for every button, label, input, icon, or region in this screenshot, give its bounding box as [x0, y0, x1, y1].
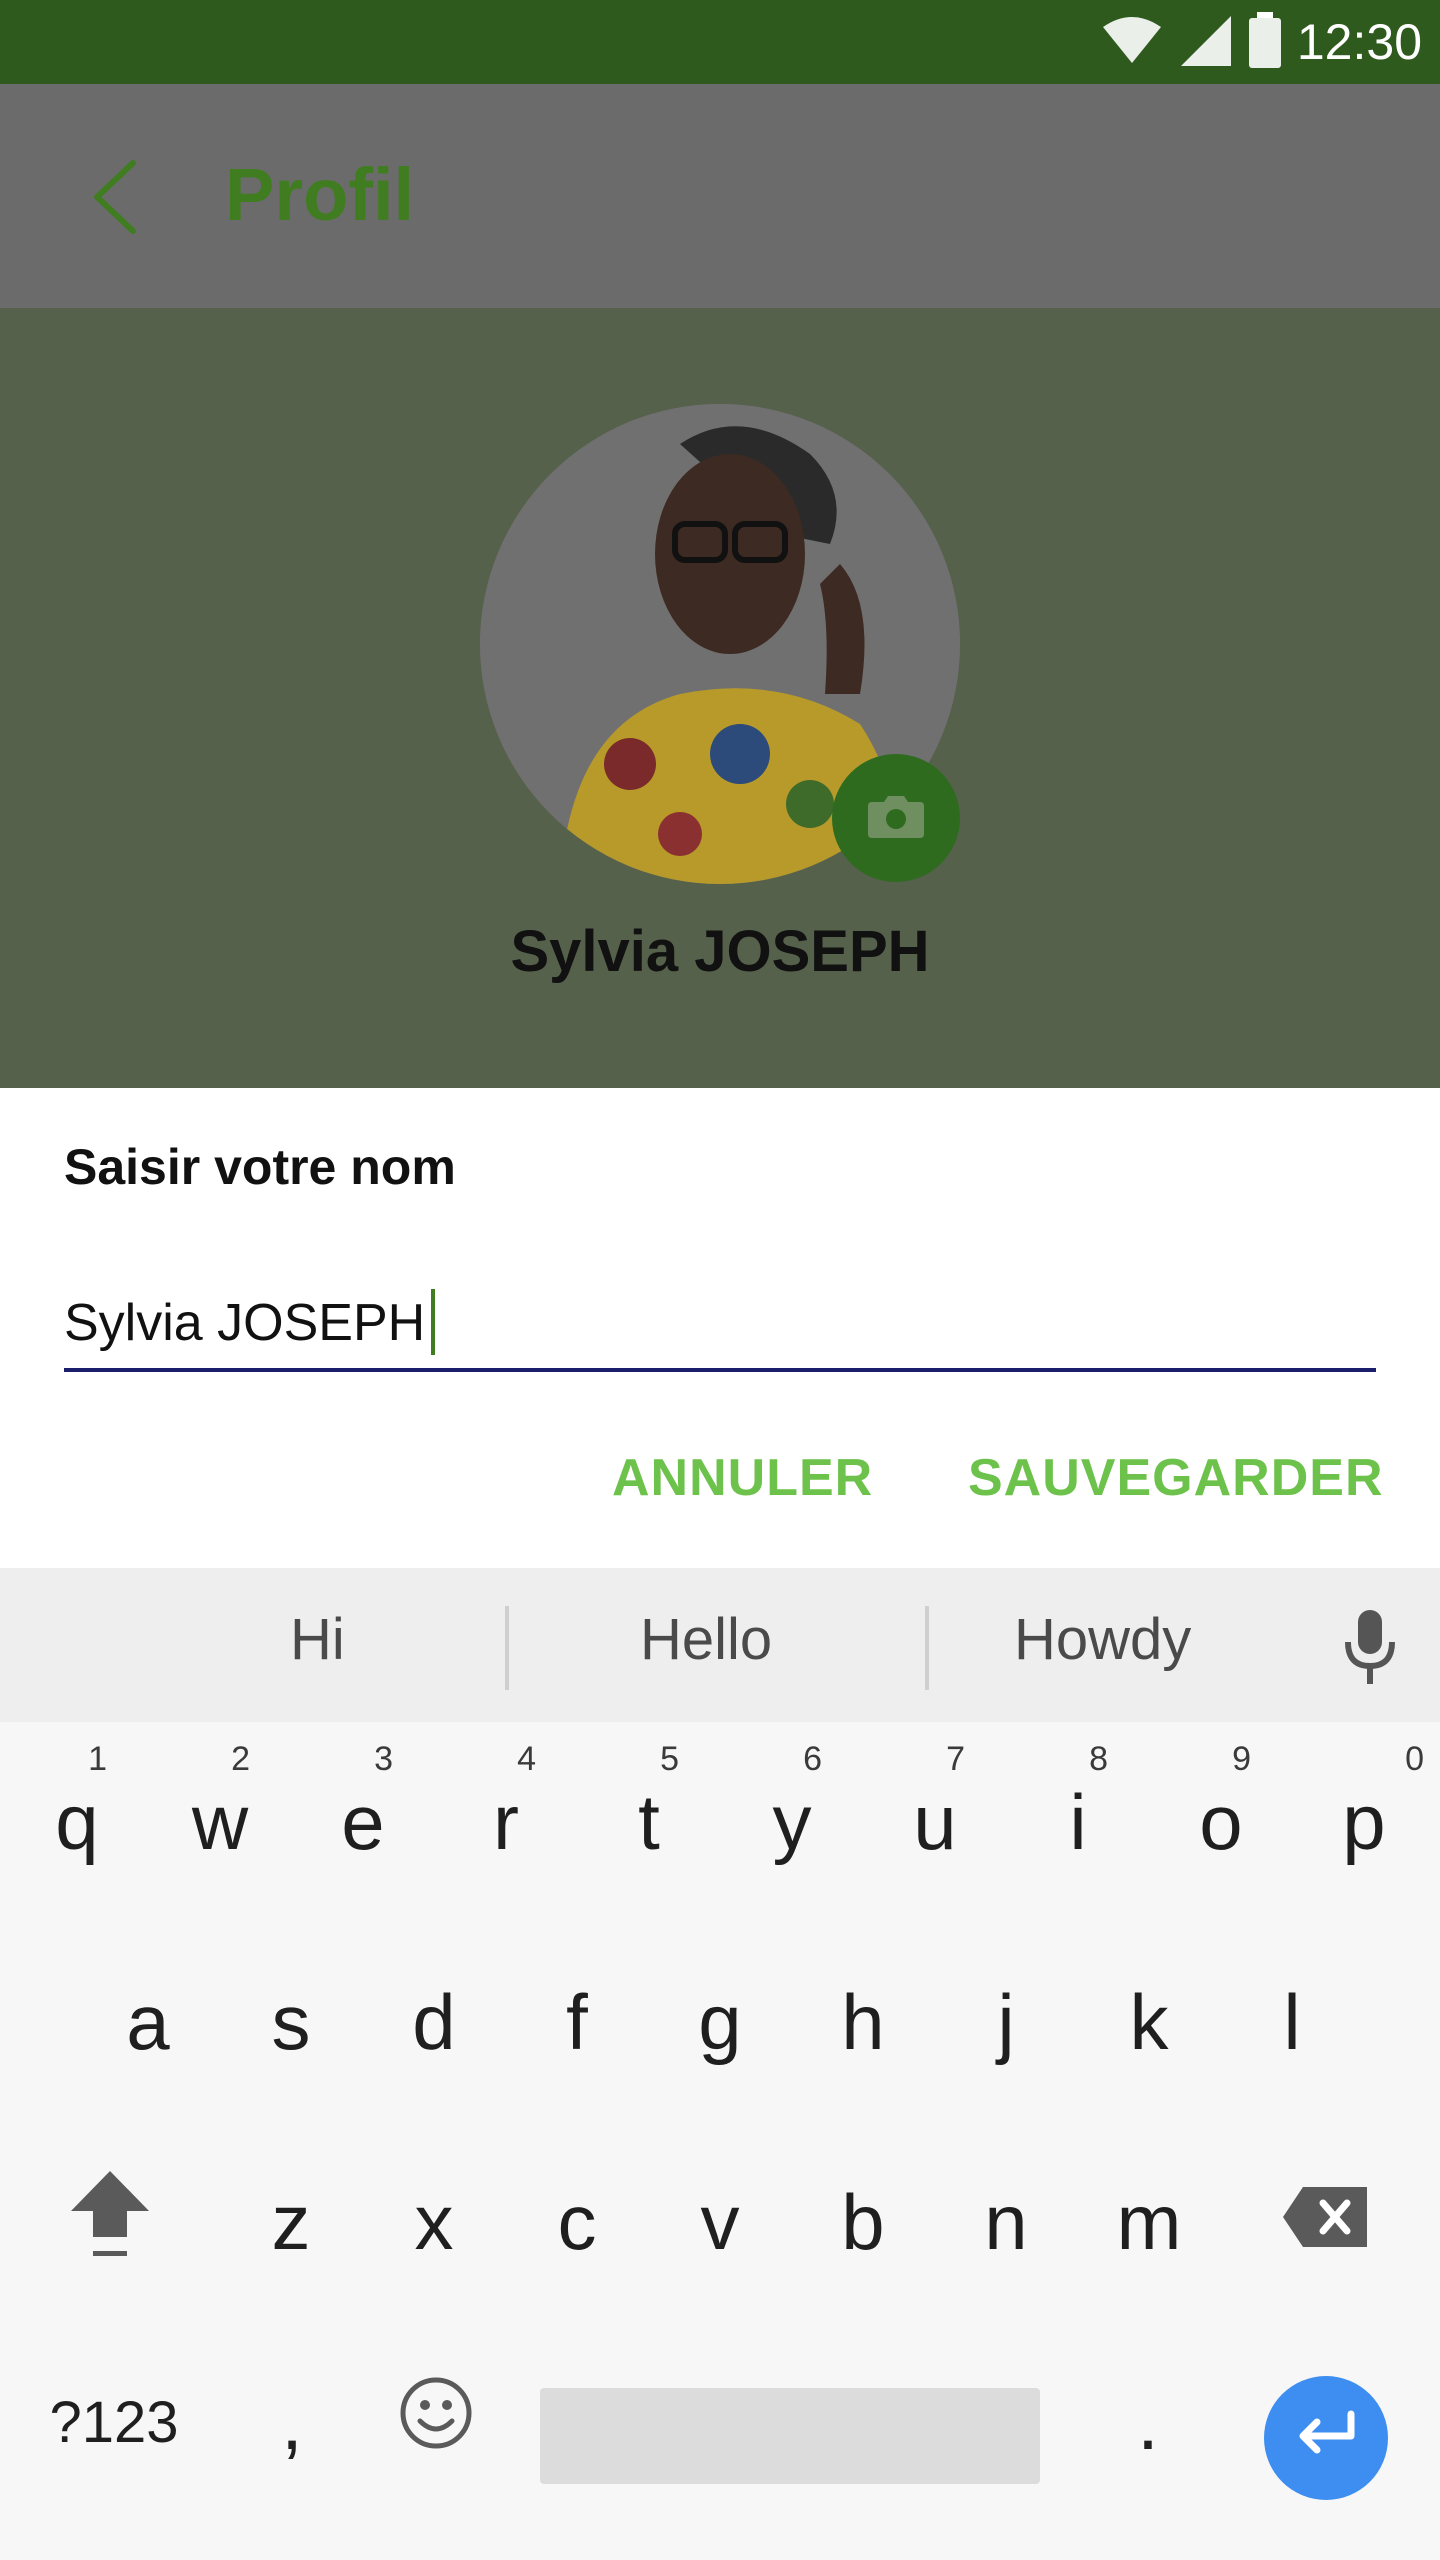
key-label: e: [341, 1777, 385, 1866]
key-t[interactable]: 5t: [579, 1722, 719, 1922]
back-arrow-icon: [85, 157, 145, 242]
key-z[interactable]: z: [221, 2122, 361, 2322]
text-cursor: [431, 1289, 436, 1356]
profile-header: Sylvia JOSEPH: [0, 308, 1440, 1088]
key-label: y: [772, 1777, 812, 1866]
key-label: i: [1069, 1777, 1087, 1866]
avatar-container: [480, 404, 960, 884]
change-photo-button[interactable]: [832, 754, 960, 882]
key-label: r: [493, 1777, 519, 1866]
key-label: q: [55, 1777, 99, 1866]
key-r[interactable]: 4r: [436, 1722, 576, 1922]
key-label: t: [638, 1777, 660, 1866]
key-j[interactable]: j: [936, 1922, 1076, 2122]
suggestion-divider: [925, 1606, 929, 1690]
key-n[interactable]: n: [936, 2122, 1076, 2322]
app-bar: Profil: [0, 84, 1440, 308]
key-i[interactable]: 8i: [1008, 1722, 1148, 1922]
edit-name-dialog: Saisir votre nom Sylvia JOSEPH ANNULER S…: [0, 1088, 1440, 1568]
key-hint: 0: [1405, 1740, 1424, 1778]
key-x[interactable]: x: [364, 2122, 504, 2322]
key-b[interactable]: b: [793, 2122, 933, 2322]
key-hint: 2: [231, 1740, 250, 1778]
key-c[interactable]: c: [507, 2122, 647, 2322]
suggestion-item[interactable]: Howdy: [1014, 1606, 1191, 1673]
name-input-value: Sylvia JOSEPH: [64, 1294, 426, 1352]
key-hint: 5: [660, 1740, 679, 1778]
name-input[interactable]: Sylvia JOSEPH: [64, 1278, 1376, 1372]
battery-icon: [1247, 11, 1283, 73]
key-s[interactable]: s: [221, 1922, 361, 2122]
key-hint: 1: [88, 1740, 107, 1778]
key-k[interactable]: k: [1079, 1922, 1219, 2122]
period-key[interactable]: .: [1078, 2322, 1218, 2522]
suggestion-item[interactable]: Hello: [640, 1606, 772, 1673]
on-screen-keyboard: Hi Hello Howdy 1q 2w 3e 4r 5t 6y 7u 8i 9…: [0, 1568, 1440, 2560]
key-g[interactable]: g: [650, 1922, 790, 2122]
shift-icon: [65, 2163, 155, 2282]
suggestion-divider: [505, 1606, 509, 1690]
key-v[interactable]: v: [650, 2122, 790, 2322]
key-hint: 6: [803, 1740, 822, 1778]
key-o[interactable]: 9o: [1151, 1722, 1291, 1922]
status-time: 12:30: [1296, 14, 1422, 70]
enter-icon: [1291, 2408, 1361, 2469]
back-button[interactable]: [60, 144, 170, 254]
key-w[interactable]: 2w: [150, 1722, 290, 1922]
key-h[interactable]: h: [793, 1922, 933, 2122]
key-p[interactable]: 0p: [1294, 1722, 1434, 1922]
page-title: Profil: [225, 153, 415, 236]
key-l[interactable]: l: [1222, 1922, 1362, 2122]
key-u[interactable]: 7u: [865, 1722, 1005, 1922]
key-label: p: [1342, 1777, 1386, 1866]
comma-key[interactable]: ,: [222, 2322, 362, 2522]
key-a[interactable]: a: [78, 1922, 218, 2122]
camera-icon: [866, 792, 926, 845]
key-f[interactable]: f: [507, 1922, 647, 2122]
key-hint: 8: [1089, 1740, 1108, 1778]
status-icons: 12:30: [1101, 10, 1422, 74]
microphone-icon[interactable]: [1340, 1608, 1400, 1693]
key-m[interactable]: m: [1079, 2122, 1219, 2322]
key-y[interactable]: 6y: [722, 1722, 862, 1922]
dialog-title: Saisir votre nom: [64, 1139, 456, 1195]
key-q[interactable]: 1q: [7, 1722, 147, 1922]
key-hint: 4: [517, 1740, 536, 1778]
key-label: o: [1199, 1777, 1243, 1866]
emoji-key[interactable]: [366, 2322, 506, 2522]
backspace-icon: [1281, 2177, 1371, 2268]
keyboard-row-1: 1q 2w 3e 4r 5t 6y 7u 8i 9o 0p: [0, 1722, 1440, 1922]
backspace-key[interactable]: [1256, 2122, 1396, 2322]
suggestion-item[interactable]: Hi: [290, 1606, 345, 1673]
emoji-icon: [398, 2375, 474, 2470]
key-hint: 7: [946, 1740, 965, 1778]
save-button[interactable]: SAUVEGARDER: [968, 1448, 1384, 1508]
key-hint: 9: [1232, 1740, 1251, 1778]
keyboard-row-3: z x c v b n m: [0, 2122, 1440, 2322]
symbols-key[interactable]: ?123: [44, 2322, 184, 2522]
key-e[interactable]: 3e: [293, 1722, 433, 1922]
suggestion-bar: Hi Hello Howdy: [0, 1568, 1440, 1722]
key-label: w: [191, 1777, 249, 1866]
cancel-button[interactable]: ANNULER: [612, 1448, 873, 1508]
wifi-icon: [1101, 15, 1163, 70]
space-bar[interactable]: [540, 2388, 1040, 2484]
profile-name: Sylvia JOSEPH: [510, 919, 930, 984]
keyboard-row-2: a s d f g h j k l: [0, 1922, 1440, 2122]
key-label: u: [913, 1777, 957, 1866]
enter-key[interactable]: [1264, 2376, 1388, 2500]
shift-key[interactable]: [40, 2122, 180, 2322]
key-d[interactable]: d: [364, 1922, 504, 2122]
signal-icon: [1177, 12, 1233, 73]
status-bar: 12:30: [0, 0, 1440, 84]
key-hint: 3: [374, 1740, 393, 1778]
